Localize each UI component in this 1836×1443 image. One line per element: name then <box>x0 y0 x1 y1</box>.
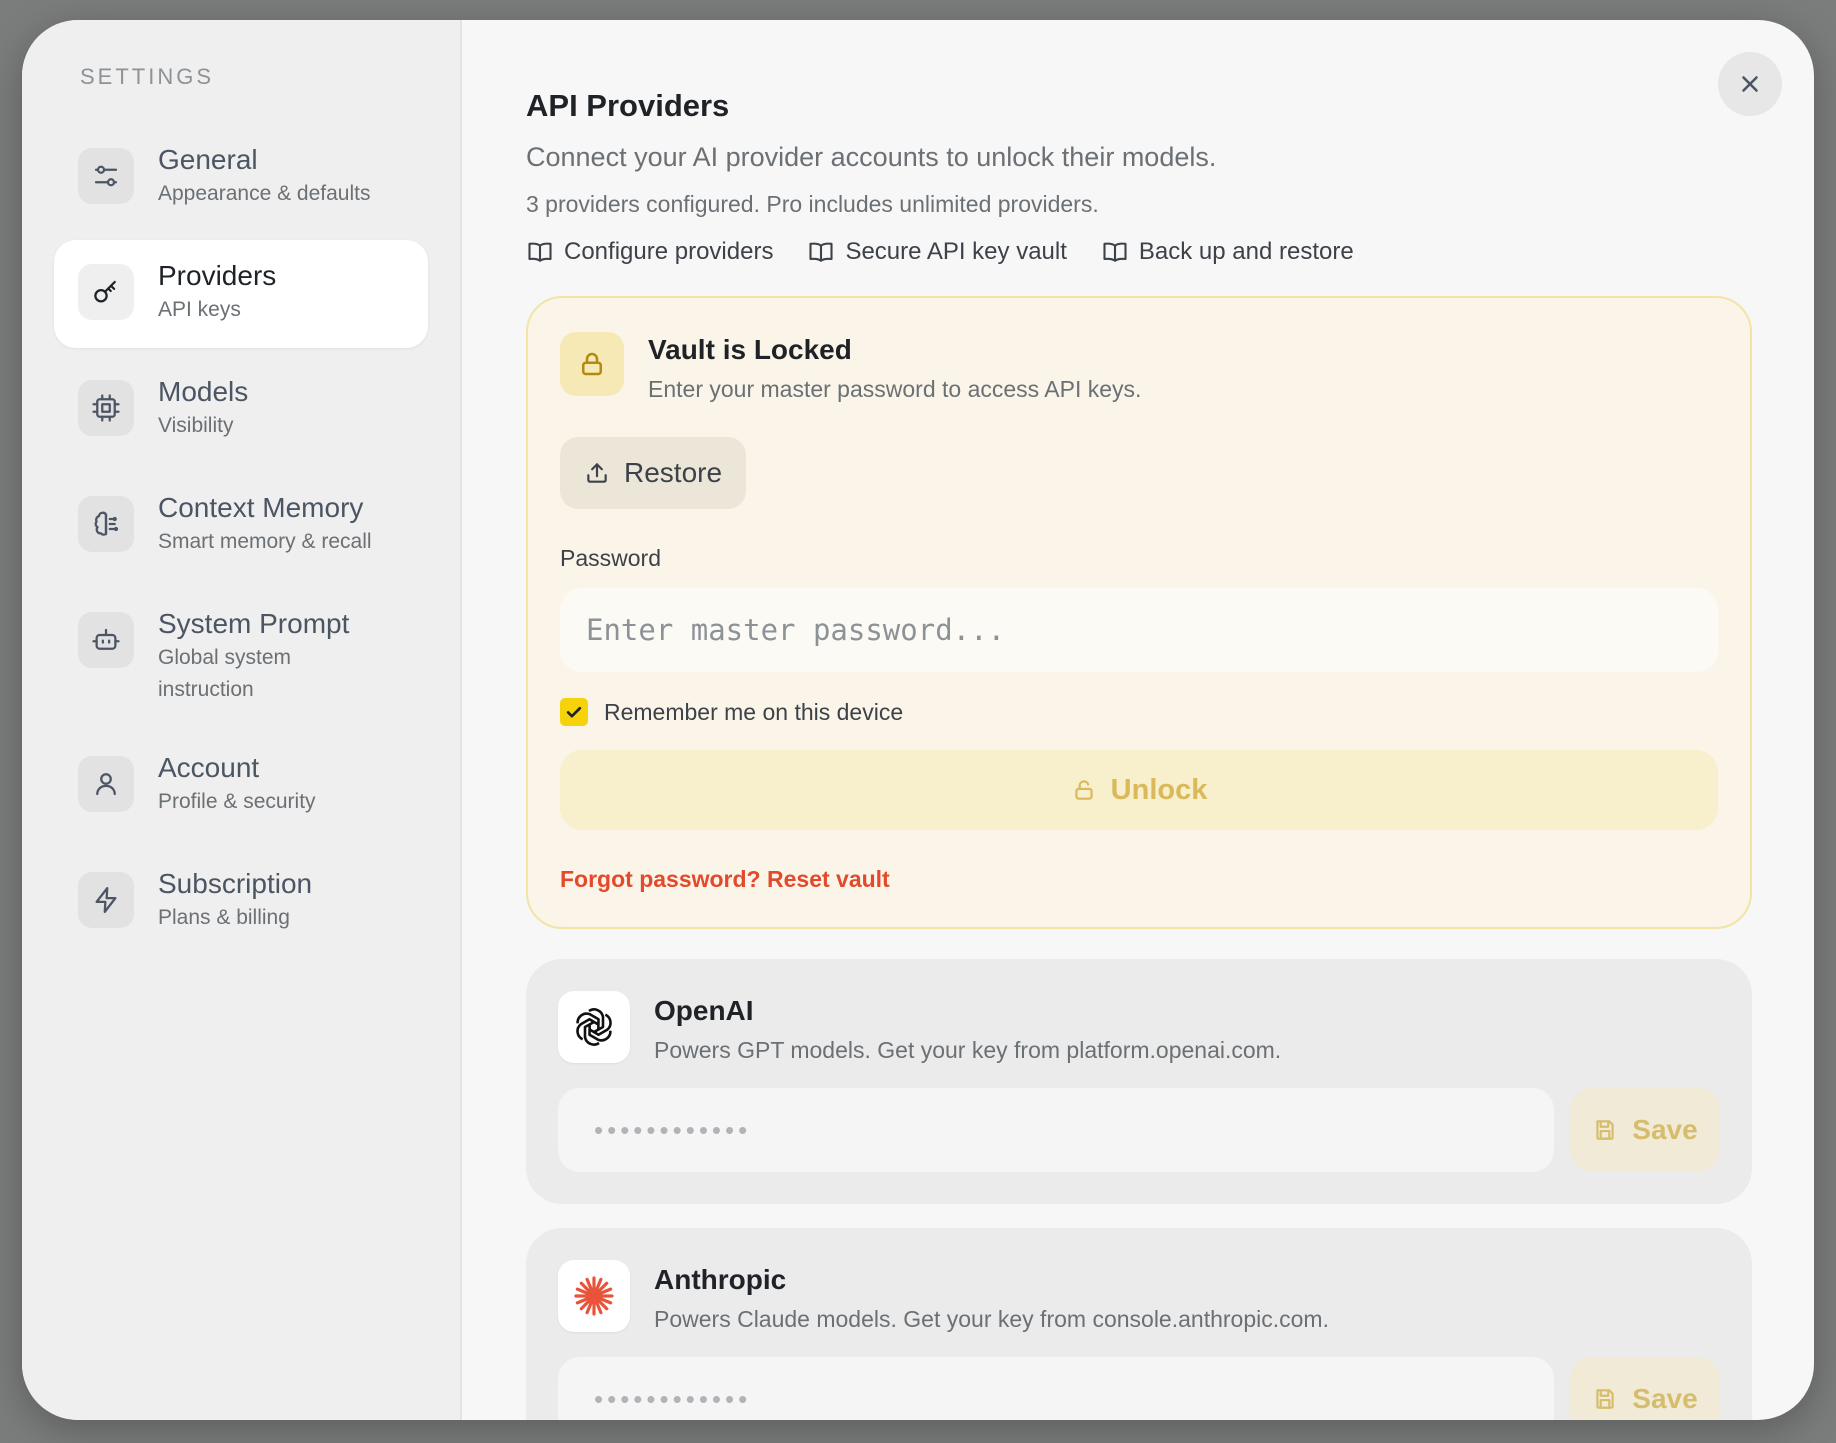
unlock-button[interactable]: Unlock <box>560 750 1718 830</box>
sidebar-item-sub: Profile & security <box>158 790 316 813</box>
restore-label: Restore <box>624 457 723 488</box>
vault-locked-card: Vault is Locked Enter your master passwo… <box>526 296 1752 929</box>
book-icon <box>1103 242 1127 262</box>
lock-icon <box>560 332 624 396</box>
sidebar-item-context-memory[interactable]: Context Memory Smart memory & recall <box>54 472 428 580</box>
sliders-icon <box>78 148 134 204</box>
anthropic-logo-icon <box>558 1260 630 1332</box>
settings-sidebar: SETTINGS General Appearance & defaults P… <box>22 20 462 1420</box>
lightning-icon <box>78 872 134 928</box>
sidebar-item-sub: Plans & billing <box>158 906 290 929</box>
bot-icon <box>78 612 134 668</box>
unlock-label: Unlock <box>1110 773 1208 806</box>
providers-panel: API Providers Connect your AI provider a… <box>462 20 1814 1420</box>
brain-icon <box>78 496 134 552</box>
provider-description: Powers Claude models. Get your key from … <box>654 1306 1329 1332</box>
sidebar-item-subscription[interactable]: Subscription Plans & billing <box>54 848 428 956</box>
password-label: Password <box>560 545 661 571</box>
backup-restore-link[interactable]: Back up and restore <box>1101 238 1354 266</box>
checkmark-icon <box>566 706 582 718</box>
sidebar-item-label: Models <box>158 376 249 407</box>
close-button[interactable] <box>1718 52 1782 116</box>
openai-logo-icon <box>558 991 630 1063</box>
link-label: Configure providers <box>564 238 774 265</box>
provider-card-openai: OpenAI Powers GPT models. Get your key f… <box>526 959 1752 1204</box>
providers-count-note: 3 providers configured. Pro includes unl… <box>526 191 1099 217</box>
link-label: Back up and restore <box>1138 238 1354 265</box>
sidebar-item-sub: API keys <box>158 298 241 321</box>
upload-icon <box>587 463 607 483</box>
sidebar-item-sub: Global system instruction <box>158 646 292 701</box>
sidebar-item-label: Context Memory <box>158 492 364 523</box>
provider-name: OpenAI <box>654 995 754 1026</box>
provider-card-anthropic: Anthropic Powers Claude models. Get your… <box>526 1228 1752 1420</box>
book-icon <box>809 242 833 262</box>
provider-name: Anthropic <box>654 1264 787 1295</box>
provider-description: Powers GPT models. Get your key from pla… <box>654 1037 1282 1063</box>
sidebar-item-label: System Prompt <box>158 608 350 639</box>
sidebar-item-providers[interactable]: Providers API keys <box>54 240 428 348</box>
vault-title: Vault is Locked <box>648 334 852 365</box>
page-subtitle: Connect your AI provider accounts to unl… <box>526 142 1217 172</box>
save-label: Save <box>1632 1114 1698 1145</box>
cpu-icon <box>78 380 134 436</box>
openai-api-key-input[interactable] <box>558 1088 1554 1172</box>
settings-modal: SETTINGS General Appearance & defaults P… <box>22 20 1814 1420</box>
remember-me-label: Remember me on this device <box>604 698 904 725</box>
page-title: API Providers <box>526 88 730 123</box>
sidebar-item-label: Providers <box>158 260 277 291</box>
sidebar-title: SETTINGS <box>80 64 215 89</box>
vault-description: Enter your master password to access API… <box>648 376 1142 402</box>
sidebar-item-label: General <box>158 144 258 175</box>
save-icon <box>1596 1389 1614 1409</box>
user-icon <box>78 756 134 812</box>
remember-me-checkbox[interactable] <box>560 698 588 726</box>
sidebar-item-account[interactable]: Account Profile & security <box>54 732 428 840</box>
close-icon <box>1742 76 1758 92</box>
save-icon <box>1596 1120 1614 1140</box>
secure-vault-link[interactable]: Secure API key vault <box>807 238 1067 266</box>
sidebar-item-system-prompt[interactable]: System Prompt Global system instruction <box>54 588 428 724</box>
sidebar-item-label: Account <box>158 752 260 783</box>
unlock-icon <box>1074 780 1093 800</box>
sidebar-item-sub: Appearance & defaults <box>158 182 371 205</box>
restore-button[interactable]: Restore <box>560 437 747 509</box>
sidebar-item-label: Subscription <box>158 868 313 899</box>
anthropic-api-key-input[interactable] <box>558 1357 1554 1420</box>
sidebar-item-models[interactable]: Models Visibility <box>54 356 428 464</box>
sidebar-item-sub: Smart memory & recall <box>158 530 372 553</box>
doc-links: Configure providers Secure API key vault… <box>526 238 1752 266</box>
openai-save-button[interactable]: Save <box>1570 1088 1720 1172</box>
key-icon <box>78 264 134 320</box>
link-label: Secure API key vault <box>845 238 1067 265</box>
master-password-input[interactable] <box>560 588 1718 672</box>
configure-providers-link[interactable]: Configure providers <box>526 238 773 266</box>
sidebar-item-sub: Visibility <box>158 414 234 437</box>
save-label: Save <box>1632 1383 1698 1414</box>
book-icon <box>528 242 552 262</box>
reset-vault-link[interactable]: Forgot password? Reset vault <box>560 866 1718 893</box>
sidebar-item-general[interactable]: General Appearance & defaults <box>54 124 428 232</box>
anthropic-save-button[interactable]: Save <box>1570 1357 1720 1420</box>
